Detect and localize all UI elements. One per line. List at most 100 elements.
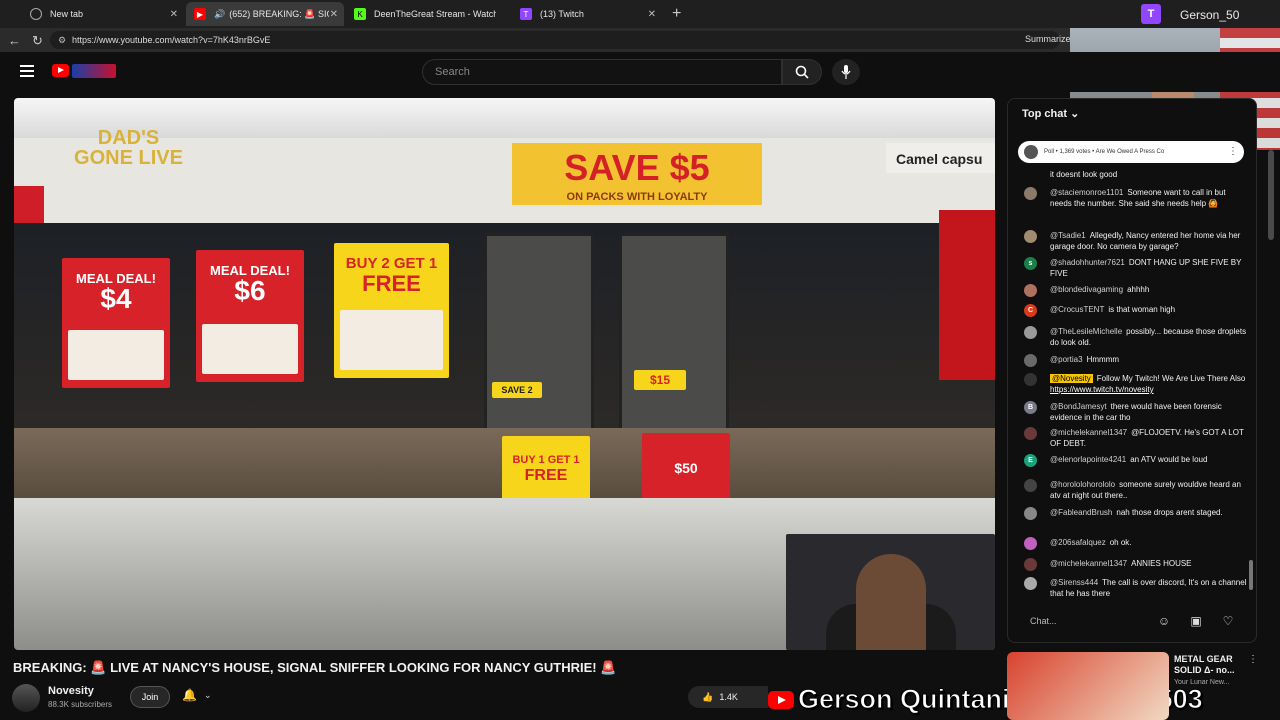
live-chat-panel: Top chat ⌄ Poll • 1,369 votes • Are We O… <box>1007 98 1257 643</box>
new-tab-plus-icon[interactable]: + <box>672 5 681 23</box>
chat-avatar[interactable] <box>1024 507 1037 520</box>
site-info-icon[interactable]: ⚙ <box>58 31 66 49</box>
chat-avatar[interactable] <box>1024 427 1037 440</box>
chat-username[interactable]: @horololohorololo <box>1050 480 1115 489</box>
youtube-icon: ▶ <box>194 8 206 20</box>
chat-username[interactable]: @michelekannel1347 <box>1050 559 1127 568</box>
tab-label: DeenTheGreat Stream - Watch Liv <box>374 9 496 19</box>
chat-header-label: Top chat <box>1022 108 1068 120</box>
chat-username[interactable]: @FableandBrush <box>1050 508 1112 517</box>
channel-name[interactable]: Novesity <box>48 685 94 697</box>
chevron-down-icon[interactable]: ⌄ <box>204 690 212 701</box>
poll-banner[interactable]: Poll • 1,369 votes • Are We Owed A Press… <box>1018 141 1244 163</box>
chat-message-body: @Sirenss444 The call is over discord, It'… <box>1022 577 1247 599</box>
chat-input[interactable]: Chat... <box>1022 610 1152 632</box>
like-count: 1.4K <box>719 692 738 702</box>
chat-avatar[interactable] <box>1024 479 1037 492</box>
microphone-icon[interactable] <box>832 59 860 85</box>
chat-username[interactable]: @Tsadie1 <box>1050 231 1086 240</box>
chat-username[interactable]: @BondJamesyt <box>1050 402 1107 411</box>
chat-username[interactable]: @staciemonroe1101 <box>1050 188 1123 197</box>
summarize-button[interactable]: Summarize <box>1025 34 1071 44</box>
chat-username[interactable]: @Sirenss444 <box>1050 578 1098 587</box>
heart-icon[interactable]: ♡ <box>1221 614 1235 628</box>
chat-username[interactable]: @shadohhunter7621 <box>1050 258 1125 267</box>
poster-drinks-image <box>340 310 443 370</box>
chat-username[interactable]: @elenorlapointe4241 <box>1050 455 1126 464</box>
dislike-button[interactable] <box>752 686 768 708</box>
channel-avatar[interactable] <box>12 684 40 712</box>
chat-avatar[interactable] <box>1024 187 1037 200</box>
chat-avatar[interactable]: B <box>1024 401 1037 414</box>
youtube-logo-icon[interactable] <box>52 64 69 77</box>
chat-username[interactable]: @portia3 <box>1050 355 1083 364</box>
chat-username[interactable]: @206safalquez <box>1050 538 1106 547</box>
chat-message: @michelekannel1347 @FLOJOETV. He's GOT A … <box>1022 427 1247 449</box>
browser-tabbar: New tab ✕ ▶ 🔊 (652) BREAKING: 🚨 SIGNAL ✕… <box>0 0 1280 28</box>
chat-username[interactable]: @blondedivagaming <box>1050 285 1123 294</box>
chat-text: ahhhh <box>1127 285 1150 294</box>
reload-icon[interactable]: ↻ <box>32 33 43 49</box>
chat-avatar[interactable] <box>1024 537 1037 550</box>
close-icon[interactable]: ✕ <box>330 9 338 20</box>
search-button[interactable] <box>782 59 822 85</box>
chat-avatar[interactable] <box>1024 558 1037 571</box>
chat-message-body: @blondedivagaming ahhhh <box>1022 284 1247 295</box>
chat-avatar[interactable] <box>1024 230 1037 243</box>
tab-kick[interactable]: K DeenTheGreat Stream - Watch Liv T (13)… <box>346 2 662 26</box>
tab-youtube[interactable]: ▶ 🔊 (652) BREAKING: 🚨 SIGNAL ✕ <box>186 2 344 26</box>
chat-avatar[interactable] <box>1024 284 1037 297</box>
red-wall-panel <box>939 210 995 380</box>
chat-avatar[interactable]: s <box>1024 257 1037 270</box>
close-icon[interactable]: ✕ <box>170 9 178 20</box>
custom-logo-doodle[interactable] <box>72 64 116 78</box>
back-arrow-icon[interactable]: ← <box>8 33 21 48</box>
chat-message-body: @TheLesileMichelle possibly... because th… <box>1022 326 1247 348</box>
chat-message: @Sirenss444 The call is over discord, It'… <box>1022 577 1247 599</box>
chat-message: E @elenorlapointe4241 an ATV would be loud <box>1022 454 1247 467</box>
twitch-logo-icon[interactable]: T <box>1141 4 1161 24</box>
chat-avatar[interactable] <box>1024 373 1037 386</box>
close-icon[interactable]: ✕ <box>648 9 656 20</box>
youtube-header: Search <box>0 52 1280 92</box>
chat-username[interactable]: @CrocusTENT <box>1050 305 1104 314</box>
twitch-icon: T <box>520 8 532 20</box>
chat-avatar[interactable] <box>1024 326 1037 339</box>
chat-username[interactable]: @michelekannel1347 <box>1050 428 1127 437</box>
chat-text: Follow My Twitch! We Are Live There Also <box>1096 374 1246 383</box>
poster-price: FREE <box>362 271 421 296</box>
recommended-video-title[interactable]: METAL GEAR SOLID Δ- no... <box>1174 654 1254 676</box>
chat-message-body: @portia3 Hmmmm <box>1022 354 1247 365</box>
recommended-video-thumbnail[interactable] <box>1007 652 1169 720</box>
chat-mode-dropdown[interactable]: Top chat ⌄ <box>1022 107 1079 120</box>
chat-avatar[interactable]: C <box>1024 304 1037 317</box>
more-options-icon[interactable]: ⋮ <box>1228 141 1238 163</box>
bell-icon[interactable]: 🔔 <box>182 688 197 702</box>
chat-avatar[interactable] <box>1024 577 1037 590</box>
host-head <box>856 554 926 650</box>
chat-avatar[interactable] <box>1024 354 1037 367</box>
video-player[interactable]: SAVE $5 ON PACKS WITH LOYALTY Camel caps… <box>14 98 995 650</box>
more-options-icon[interactable]: ⋮ <box>1248 654 1258 665</box>
save-banner-text: SAVE $5 <box>564 147 710 188</box>
chat-username[interactable]: @TheLesileMichelle <box>1050 327 1122 336</box>
menu-icon[interactable] <box>20 65 34 77</box>
chat-message: s @shadohhunter7621 DONT HANG UP SHE FIVE … <box>1022 257 1247 279</box>
chat-scrollbar[interactable] <box>1249 560 1253 590</box>
emoji-icon[interactable]: ☺ <box>1157 614 1171 628</box>
url-field[interactable]: ⚙ https://www.youtube.com/watch?v=7hK43n… <box>50 31 1060 49</box>
chat-message-body: @206safalquez oh ok. <box>1022 537 1247 548</box>
join-button[interactable]: Join <box>130 686 170 708</box>
chat-username[interactable]: @Novesity <box>1050 374 1093 383</box>
poster-food-image <box>202 324 298 374</box>
tab-new-tab[interactable]: New tab ✕ <box>22 2 184 26</box>
speaker-icon[interactable]: 🔊 <box>214 9 225 20</box>
search-input[interactable]: Search <box>422 59 782 85</box>
page-scrollbar[interactable] <box>1268 150 1274 240</box>
like-button[interactable]: 👍 1.4K <box>688 686 752 708</box>
super-chat-icon[interactable]: ▣ <box>1189 614 1203 628</box>
buy1get1-poster: BUY 1 GET 1 FREE <box>502 436 590 506</box>
chat-message: @Tsadie1 Allegedly, Nancy entered her hom… <box>1022 230 1247 252</box>
chat-avatar[interactable]: E <box>1024 454 1037 467</box>
chat-link[interactable]: https://www.twitch.tv/novesity <box>1050 385 1154 394</box>
